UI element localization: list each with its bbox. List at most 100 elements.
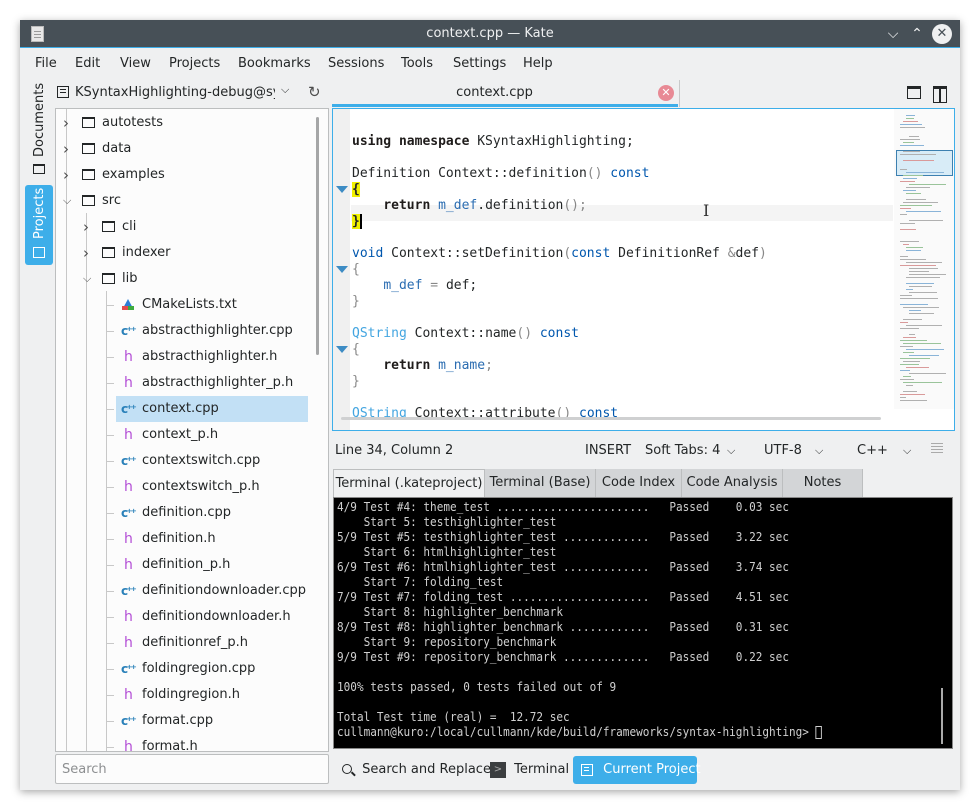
chevron-right-icon[interactable]: ›: [83, 214, 95, 240]
chevron-down-icon[interactable]: ⌵: [63, 188, 75, 214]
minimap-line: [909, 220, 943, 221]
tree-item[interactable]: h definition.h: [56, 526, 314, 552]
code-line: void Context::setDefinition(const Defini…: [352, 246, 767, 262]
tree-item[interactable]: ⌵ lib: [56, 266, 314, 292]
project-search-input[interactable]: [56, 755, 328, 783]
fold-arrow-icon[interactable]: [336, 346, 348, 353]
title-bar: context.cpp — Kate ⌵ ⌃ ✕: [20, 20, 960, 48]
tree-item[interactable]: h contextswitch_p.h: [56, 474, 314, 500]
project-search: [55, 754, 329, 784]
menu-file[interactable]: File: [35, 56, 57, 71]
tree-item-label: context.cpp: [142, 401, 219, 416]
menu-edit[interactable]: Edit: [75, 56, 100, 71]
input-mode[interactable]: INSERT: [585, 443, 631, 458]
tree-item[interactable]: h definition_p.h: [56, 552, 314, 578]
tree-item[interactable]: c⁺⁺ format.cpp: [56, 708, 314, 734]
tree-item[interactable]: CMakeLists.txt: [56, 292, 314, 318]
close-window-button[interactable]: ✕: [932, 24, 952, 44]
tree-item[interactable]: c⁺⁺ definitiondownloader.cpp: [56, 578, 314, 604]
code-editor[interactable]: using namespace KSyntaxHighlighting; Defi…: [332, 108, 955, 431]
tree-item[interactable]: › indexer: [56, 240, 314, 266]
tab-projects[interactable]: Projects: [25, 185, 53, 265]
quick-open-icon[interactable]: [907, 86, 921, 99]
close-tab-icon[interactable]: ✕: [658, 85, 674, 101]
maximize-button[interactable]: ⌃: [907, 24, 927, 44]
cursor-position[interactable]: Line 34, Column 2: [335, 443, 453, 458]
code-token: ();: [563, 198, 587, 213]
tree-scrollbar[interactable]: [316, 117, 319, 355]
menu-projects[interactable]: Projects: [169, 56, 220, 71]
tree-item[interactable]: h definitiondownloader.h: [56, 604, 314, 630]
menu-bookmarks[interactable]: Bookmarks: [238, 56, 311, 71]
tree-branch-line: [106, 435, 114, 436]
minimize-button[interactable]: ⌵: [883, 24, 903, 44]
tab-terminal-kateproject[interactable]: Terminal (.kateproject): [333, 469, 485, 497]
cpp-file-icon: c⁺⁺: [121, 714, 137, 728]
tab-context-cpp[interactable]: context.cpp ✕: [332, 80, 678, 107]
tree-item[interactable]: h context_p.h: [56, 422, 314, 448]
tree-item[interactable]: h format.h: [56, 734, 314, 751]
tree-item[interactable]: c⁺⁺ contextswitch.cpp: [56, 448, 314, 474]
encoding[interactable]: UTF-8: [764, 443, 802, 458]
horizontal-scrollbar[interactable]: [341, 417, 881, 420]
minimap-line: [900, 370, 910, 371]
terminal-scrollbar[interactable]: [941, 688, 943, 744]
tab-documents[interactable]: Documents: [25, 80, 53, 178]
tree-item[interactable]: h foldingregion.h: [56, 682, 314, 708]
code-area[interactable]: using namespace KSyntaxHighlighting; Defi…: [352, 118, 892, 421]
code-token: KSyntaxHighlighting;: [469, 134, 634, 149]
terminal-line: 4/9 Test #4: theme_test ................…: [337, 500, 789, 514]
terminal-view[interactable]: 4/9 Test #4: theme_test ................…: [333, 497, 953, 749]
tree-item[interactable]: › cli: [56, 214, 314, 240]
tree-item[interactable]: › autotests: [56, 110, 314, 136]
terminal-line: Start 7: folding_test: [337, 575, 504, 589]
chevron-down-icon[interactable]: ⌵: [727, 444, 735, 458]
chevron-right-icon[interactable]: ›: [83, 240, 95, 266]
tree-item[interactable]: › examples: [56, 162, 314, 188]
tree-item[interactable]: h definitionref_p.h: [56, 630, 314, 656]
tree-item[interactable]: h abstracthighlighter.h: [56, 344, 314, 370]
indent-settings[interactable]: Soft Tabs: 4: [645, 443, 720, 458]
split-view-icon[interactable]: [933, 86, 947, 103]
reload-icon[interactable]: ↻: [308, 83, 321, 101]
tree-item[interactable]: c⁺⁺ definition.cpp: [56, 500, 314, 526]
current-project-button[interactable]: Current Project: [573, 756, 701, 784]
tab-terminal-base[interactable]: Terminal (Base): [485, 469, 596, 497]
project-selector[interactable]: KSyntaxHighlighting-debug@synt… ⌵ ↻: [55, 80, 330, 106]
tree-item[interactable]: c⁺⁺ abstracthighlighter.cpp: [56, 318, 314, 344]
menu-tools[interactable]: Tools: [401, 56, 433, 71]
menu-sessions[interactable]: Sessions: [328, 56, 384, 71]
fold-arrow-icon[interactable]: [336, 186, 348, 193]
chevron-down-icon[interactable]: ⌵: [83, 266, 95, 292]
menu-view[interactable]: View: [120, 56, 151, 71]
project-list-icon: [57, 86, 69, 98]
terminal-button[interactable]: > Terminal: [486, 756, 573, 784]
terminal-prompt[interactable]: cullmann@kuro:/local/cullmann/kde/build/…: [337, 725, 822, 740]
tree-item[interactable]: h abstracthighlighter_p.h: [56, 370, 314, 396]
language-mode[interactable]: C++: [857, 443, 888, 458]
minimap-line: [900, 124, 922, 125]
tree-item[interactable]: c⁺⁺ foldingregion.cpp: [56, 656, 314, 682]
chevron-down-icon[interactable]: ⌵: [815, 444, 823, 458]
minimap-line: [900, 241, 919, 242]
tree-item[interactable]: › data: [56, 136, 314, 162]
hamburger-menu-icon[interactable]: [931, 443, 943, 444]
menu-help[interactable]: Help: [523, 56, 553, 71]
chevron-down-icon[interactable]: ⌵: [903, 444, 911, 458]
fold-arrow-icon[interactable]: [336, 266, 348, 273]
tab-code-analysis[interactable]: Code Analysis: [682, 469, 783, 497]
code-token: def: [735, 246, 760, 261]
menu-settings[interactable]: Settings: [453, 56, 506, 71]
chevron-right-icon[interactable]: ›: [63, 136, 75, 162]
chevron-right-icon[interactable]: ›: [63, 110, 75, 136]
chevron-down-icon[interactable]: ⌵: [281, 83, 289, 97]
tree-item[interactable]: c⁺⁺ context.cpp: [106, 396, 308, 422]
minimap[interactable]: [894, 109, 954, 409]
tab-notes[interactable]: Notes: [783, 469, 863, 497]
tree-item[interactable]: ⌵ src: [56, 188, 314, 214]
minimap-line: [903, 244, 909, 245]
tab-code-index[interactable]: Code Index: [596, 469, 682, 497]
tree-item-label: definitiondownloader.cpp: [142, 583, 306, 598]
search-and-replace-button[interactable]: Search and Replace: [338, 756, 495, 784]
chevron-right-icon[interactable]: ›: [63, 162, 75, 188]
